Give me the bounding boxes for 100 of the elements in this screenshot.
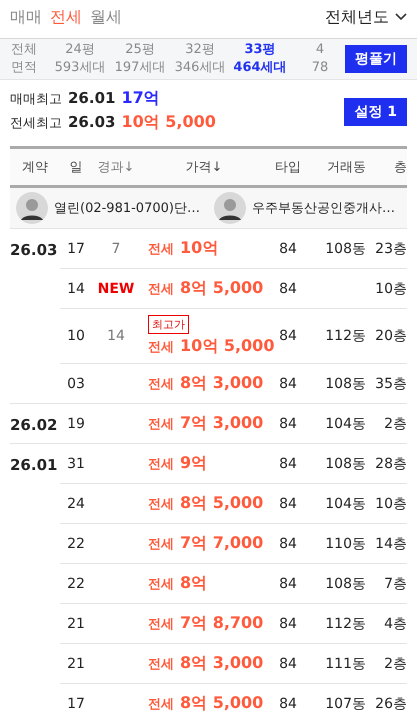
column-header[interactable]: 일 [60, 158, 92, 176]
building-cell-text: 112동 [324, 327, 366, 345]
type-cell-text: 84 [278, 576, 298, 592]
type-cell-text: 84 [278, 328, 298, 344]
day-cell-text: 17 [66, 696, 86, 712]
floor-cell-text: 28층 [374, 454, 407, 472]
type-cell-text: 84 [278, 456, 298, 472]
price-value: 8억 3,000 [180, 653, 264, 674]
type-cell-text: 84 [278, 696, 298, 712]
floor-cell-text: 20층 [374, 327, 407, 345]
building-cell-text: 107동 [324, 694, 366, 712]
highest-price-tag: 최고가 [148, 315, 189, 334]
building-cell-text: 104동 [324, 494, 366, 512]
price-value: 7억 3,000 [180, 413, 264, 434]
contract-month: 26.02 [10, 415, 58, 436]
floor-cell-text: 2층 [383, 654, 407, 672]
building-cell-text: 108동 [324, 454, 366, 472]
day-cell-text: 17 [66, 240, 86, 256]
elapsed-cell-text: NEW [96, 280, 136, 296]
day-cell-text: 21 [66, 656, 86, 672]
deal-type: 전세 [148, 696, 174, 713]
summary-date: 26.01 [68, 89, 116, 107]
elapsed-cell-text: 14 [106, 328, 126, 344]
floor-cell-text: 7층 [383, 574, 407, 592]
price-value: 7억 7,000 [180, 533, 264, 554]
building-cell-text: 108동 [324, 240, 366, 258]
summary-price: 10억 5,000 [121, 112, 216, 133]
price-value: 8억 3,000 [180, 373, 264, 394]
summary-label: 매매최고 [10, 91, 62, 108]
summary-date: 26.03 [68, 113, 116, 131]
type-cell-text: 84 [278, 280, 298, 296]
day-cell-text: 10 [66, 328, 86, 344]
floor-cell-text: 2층 [383, 414, 407, 432]
column-header[interactable]: 층 [366, 158, 407, 176]
deal-tab[interactable]: 매매 [10, 6, 42, 28]
contract-month: 26.01 [10, 455, 58, 476]
price-value: 10억 5,000 [180, 336, 274, 357]
deal-type: 전세 [148, 496, 174, 513]
day-cell-text: 22 [66, 576, 86, 592]
price-value: 8억 5,000 [180, 693, 264, 714]
price-value: 9억 [180, 453, 208, 474]
day-cell-text: 19 [66, 416, 86, 432]
building-cell-text: 111동 [324, 654, 366, 672]
agent-name[interactable]: 열린(02-981-0700)단… [54, 199, 200, 217]
price-value: 8억 5,000 [180, 493, 264, 514]
year-dropdown[interactable]: 전체년도 [325, 6, 407, 28]
day-cell-text: 14 [66, 280, 86, 296]
column-header[interactable]: 거래동 [308, 158, 366, 176]
type-cell-text: 84 [278, 376, 298, 392]
chevron-down-icon [395, 13, 407, 21]
type-cell-text: 84 [278, 496, 298, 512]
building-cell-text: 104동 [324, 414, 366, 432]
type-cell-text: 84 [278, 656, 298, 672]
deal-type: 전세 [148, 456, 174, 473]
avatar-icon [214, 192, 246, 224]
day-cell-text: 24 [66, 496, 86, 512]
building-cell-text: 108동 [324, 374, 366, 392]
deal-type: 전세 [148, 576, 174, 593]
day-cell-text: 21 [66, 616, 86, 632]
deal-type: 전세 [148, 616, 174, 633]
floor-cell-text: 35층 [374, 374, 407, 392]
column-header[interactable]: 가격↓ [140, 158, 268, 176]
deal-type: 전세 [148, 241, 174, 258]
price-value: 8억 [180, 573, 208, 594]
building-cell-text: 108동 [324, 574, 366, 592]
floor-cell-text: 26층 [374, 694, 407, 712]
floor-cell-text: 10층 [374, 494, 407, 512]
floor-cell-text: 14층 [374, 534, 407, 552]
floor-cell-text: 10층 [374, 280, 407, 298]
building-cell-text: 110동 [324, 534, 366, 552]
type-cell-text: 84 [278, 616, 298, 632]
agent-name[interactable]: 우주부동산공인중개사… [252, 199, 395, 217]
price-value: 7억 8,700 [180, 613, 264, 634]
deal-tab[interactable]: 월세 [90, 6, 122, 28]
contract-month: 26.03 [10, 240, 58, 261]
column-header[interactable]: 타입 [268, 158, 308, 176]
size-tab[interactable]: 33평 464세대 [230, 41, 290, 77]
settings-button[interactable]: 설정 1 [344, 98, 407, 126]
type-cell-text: 84 [278, 240, 298, 256]
building-cell-text: 112동 [324, 614, 366, 632]
deal-type: 전세 [148, 416, 174, 433]
price-value: 8억 5,000 [180, 278, 264, 299]
deal-type: 전세 [148, 376, 174, 393]
deal-type: 전세 [148, 339, 174, 356]
deal-type: 전세 [148, 536, 174, 553]
column-header[interactable]: 계약 [10, 158, 60, 176]
type-cell-text: 84 [278, 416, 298, 432]
deal-type: 전세 [148, 281, 174, 298]
column-header[interactable]: 경과↓ [92, 158, 140, 176]
pyeong-button[interactable]: 평풀기 [345, 45, 407, 73]
elapsed-cell-text: 7 [110, 240, 122, 256]
floor-cell-text: 4층 [383, 614, 407, 632]
day-cell-text: 31 [66, 456, 86, 472]
price-value: 10억 [180, 238, 218, 259]
deal-type: 전세 [148, 656, 174, 673]
type-cell-text: 84 [278, 536, 298, 552]
floor-cell-text: 23층 [374, 240, 407, 258]
avatar-icon [16, 192, 48, 224]
summary-label: 전세최고 [10, 115, 62, 132]
day-cell-text: 03 [66, 376, 86, 392]
